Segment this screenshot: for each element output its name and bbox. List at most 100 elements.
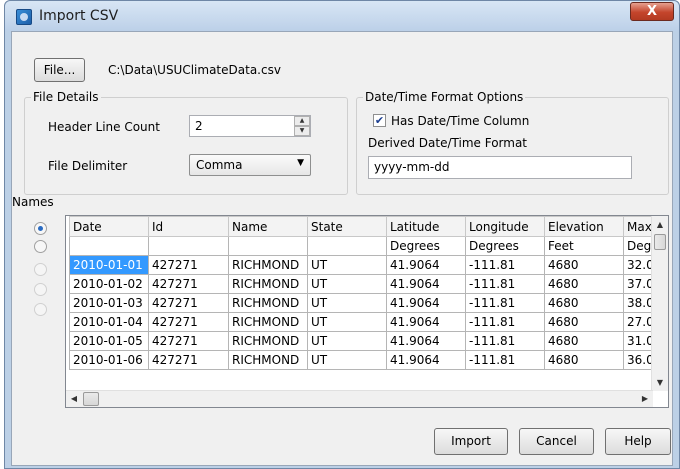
datetime-options-legend: Date/Time Format Options bbox=[363, 90, 526, 104]
table-row[interactable]: 2010-01-04 427271 RICHMOND UT 41.9064 -1… bbox=[69, 312, 666, 332]
names-radio-1[interactable] bbox=[34, 222, 47, 235]
table-cell[interactable]: UT bbox=[307, 331, 387, 351]
table-cell[interactable]: RICHMOND bbox=[228, 350, 308, 370]
table-cell[interactable]: 41.9064 bbox=[386, 331, 466, 351]
table-cell[interactable]: 427271 bbox=[148, 350, 229, 370]
unit-cell[interactable] bbox=[148, 236, 229, 256]
spin-up-icon[interactable]: ▲ bbox=[294, 116, 310, 126]
has-datetime-checkbox[interactable]: ✔ bbox=[373, 114, 386, 127]
unit-cell[interactable]: Degrees bbox=[386, 236, 466, 256]
table-cell[interactable]: -111.81 bbox=[465, 274, 545, 294]
file-button[interactable]: File... bbox=[34, 58, 85, 82]
scroll-down-icon[interactable]: ▼ bbox=[652, 374, 668, 391]
table-row[interactable]: 2010-01-01 427271 RICHMOND UT 41.9064 -1… bbox=[69, 255, 666, 275]
names-label: Names bbox=[12, 195, 54, 209]
table-cell[interactable]: -111.81 bbox=[465, 350, 545, 370]
header-line-count-input[interactable]: 2 bbox=[189, 115, 311, 137]
table-row[interactable]: 2010-01-06 427271 RICHMOND UT 41.9064 -1… bbox=[69, 350, 666, 370]
table-cell[interactable]: 2010-01-03 bbox=[69, 293, 149, 313]
table-cell[interactable]: 4680 bbox=[544, 274, 624, 294]
table-row[interactable]: 2010-01-03 427271 RICHMOND UT 41.9064 -1… bbox=[69, 293, 666, 313]
has-datetime-label[interactable]: Has Date/Time Column bbox=[391, 114, 529, 128]
data-preview-table: Date Id Name State Latitude Longitude El… bbox=[69, 216, 666, 370]
table-cell[interactable]: 427271 bbox=[148, 293, 229, 313]
table-cell[interactable]: RICHMOND bbox=[228, 293, 308, 313]
column-header[interactable]: Name bbox=[228, 216, 308, 237]
table-cell[interactable]: 41.9064 bbox=[386, 312, 466, 332]
table-cell[interactable]: 2010-01-02 bbox=[69, 274, 149, 294]
cancel-button[interactable]: Cancel bbox=[519, 428, 594, 455]
unit-cell[interactable]: Feet bbox=[544, 236, 624, 256]
table-cell[interactable]: 4680 bbox=[544, 312, 624, 332]
scroll-right-icon[interactable]: ▶ bbox=[637, 391, 653, 407]
table-cell[interactable]: UT bbox=[307, 312, 387, 332]
names-radio-2[interactable] bbox=[34, 240, 47, 253]
table-cell[interactable]: UT bbox=[307, 293, 387, 313]
window-title: Import CSV bbox=[39, 8, 119, 24]
column-header[interactable]: Elevation bbox=[544, 216, 624, 237]
table-cell[interactable]: 4680 bbox=[544, 331, 624, 351]
header-row: Date Id Name State Latitude Longitude El… bbox=[69, 216, 666, 237]
table-cell[interactable]: 41.9064 bbox=[386, 274, 466, 294]
table-cell[interactable]: 4680 bbox=[544, 350, 624, 370]
close-button[interactable]: X bbox=[630, 2, 674, 21]
table-cell[interactable]: UT bbox=[307, 255, 387, 275]
unit-cell[interactable] bbox=[228, 236, 308, 256]
table-cell[interactable]: RICHMOND bbox=[228, 255, 308, 275]
spin-down-icon[interactable]: ▼ bbox=[294, 126, 310, 136]
derived-format-input[interactable]: yyyy-mm-dd bbox=[368, 156, 632, 179]
table-cell[interactable]: 2010-01-06 bbox=[69, 350, 149, 370]
table-cell[interactable]: UT bbox=[307, 274, 387, 294]
scroll-left-icon[interactable]: ◀ bbox=[66, 391, 82, 407]
header-line-count-label: Header Line Count bbox=[48, 120, 160, 134]
unit-cell[interactable] bbox=[69, 236, 149, 256]
title-bar[interactable]: Import CSV X bbox=[5, 1, 679, 31]
column-header[interactable]: Date bbox=[69, 216, 149, 237]
derived-format-label: Derived Date/Time Format bbox=[368, 136, 527, 150]
data-preview-grid[interactable]: Date Id Name State Latitude Longitude El… bbox=[65, 215, 669, 408]
names-radio-4 bbox=[34, 283, 47, 296]
column-header[interactable]: State bbox=[307, 216, 387, 237]
table-cell[interactable]: 4680 bbox=[544, 293, 624, 313]
table-cell[interactable]: 41.9064 bbox=[386, 350, 466, 370]
table-cell[interactable]: 41.9064 bbox=[386, 255, 466, 275]
table-cell[interactable]: RICHMOND bbox=[228, 312, 308, 332]
file-delimiter-label: File Delimiter bbox=[48, 159, 128, 173]
chevron-down-icon: ▼ bbox=[297, 158, 304, 168]
table-cell[interactable]: -111.81 bbox=[465, 312, 545, 332]
table-cell[interactable]: 427271 bbox=[148, 255, 229, 275]
scroll-up-icon[interactable]: ▲ bbox=[652, 216, 668, 233]
names-radio-3 bbox=[34, 263, 47, 276]
table-cell[interactable]: 4680 bbox=[544, 255, 624, 275]
table-cell[interactable]: UT bbox=[307, 350, 387, 370]
table-cell[interactable]: RICHMOND bbox=[228, 331, 308, 351]
unit-cell[interactable]: Degrees bbox=[465, 236, 545, 256]
table-cell[interactable]: -111.81 bbox=[465, 255, 545, 275]
table-cell[interactable]: 427271 bbox=[148, 274, 229, 294]
table-cell[interactable]: RICHMOND bbox=[228, 274, 308, 294]
header-line-count-spinner[interactable]: ▲ ▼ bbox=[294, 116, 310, 136]
file-delimiter-select[interactable]: Comma ▼ bbox=[189, 154, 311, 176]
table-cell[interactable]: -111.81 bbox=[465, 331, 545, 351]
import-button[interactable]: Import bbox=[434, 428, 508, 455]
unit-cell[interactable] bbox=[307, 236, 387, 256]
names-radio-5 bbox=[34, 303, 47, 316]
column-header[interactable]: Latitude bbox=[386, 216, 466, 237]
table-cell[interactable]: 41.9064 bbox=[386, 293, 466, 313]
horizontal-scroll-thumb[interactable] bbox=[83, 392, 99, 406]
table-cell[interactable]: 2010-01-05 bbox=[69, 331, 149, 351]
table-cell[interactable]: -111.81 bbox=[465, 293, 545, 313]
import-csv-window: Import CSV X File... C:\Data\USUClimateD… bbox=[4, 0, 680, 469]
horizontal-scrollbar[interactable]: ◀ ▶ bbox=[66, 390, 653, 407]
table-cell[interactable]: 2010-01-04 bbox=[69, 312, 149, 332]
table-cell[interactable]: 427271 bbox=[148, 312, 229, 332]
vertical-scroll-thumb[interactable] bbox=[654, 234, 666, 250]
table-row[interactable]: 2010-01-05 427271 RICHMOND UT 41.9064 -1… bbox=[69, 331, 666, 351]
table-cell-selected[interactable]: 2010-01-01 bbox=[69, 255, 149, 275]
column-header[interactable]: Id bbox=[148, 216, 229, 237]
vertical-scrollbar[interactable]: ▲ ▼ bbox=[651, 216, 668, 391]
help-button[interactable]: Help bbox=[605, 428, 671, 455]
table-cell[interactable]: 427271 bbox=[148, 331, 229, 351]
column-header[interactable]: Longitude bbox=[465, 216, 545, 237]
table-row[interactable]: 2010-01-02 427271 RICHMOND UT 41.9064 -1… bbox=[69, 274, 666, 294]
